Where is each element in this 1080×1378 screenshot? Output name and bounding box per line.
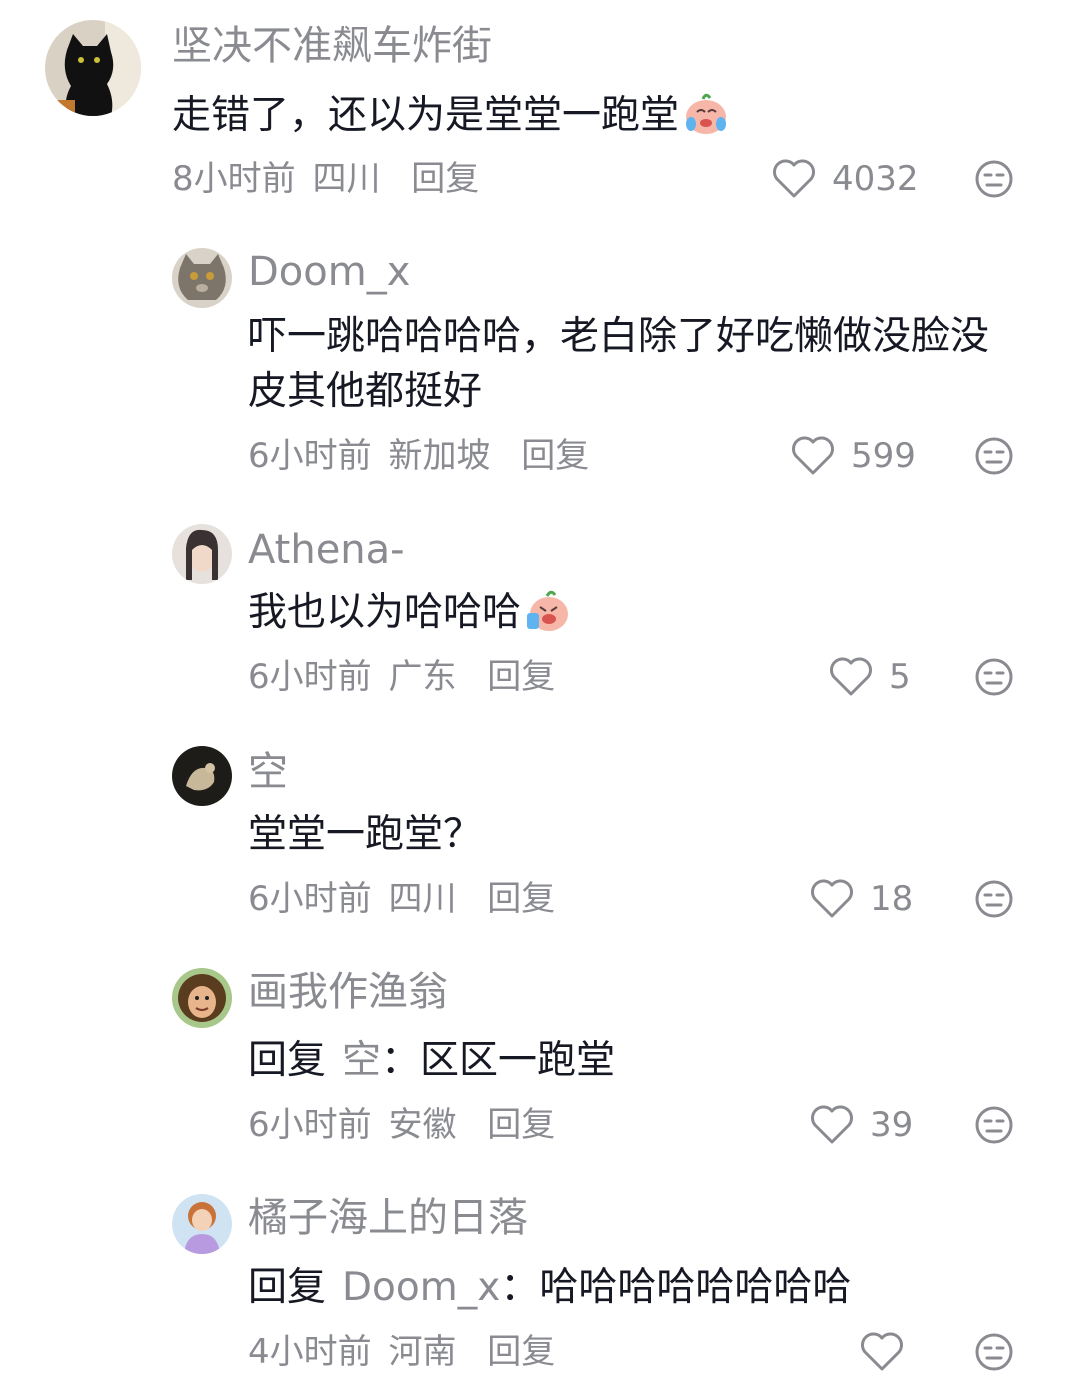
like-button[interactable]: 18 xyxy=(810,877,913,921)
comment-text: 堂堂一跑堂？ xyxy=(248,812,483,857)
comment-location: 四川 xyxy=(312,159,381,199)
comment-location: 新加坡 xyxy=(388,436,491,476)
username[interactable]: Doom_x xyxy=(248,248,410,296)
comment-location: 四川 xyxy=(388,879,457,919)
reply-target-user[interactable]: 空 xyxy=(342,1038,381,1083)
username[interactable]: 画我作渔翁 xyxy=(248,968,448,1016)
reply-button[interactable]: 回复 xyxy=(487,879,555,919)
meh-face-icon[interactable] xyxy=(974,159,1014,199)
username[interactable]: 橘子海上的日落 xyxy=(248,1194,528,1242)
comment-meta: 4小时前 河南 回复 xyxy=(248,1332,561,1372)
reply-prefix: 回复 xyxy=(248,1038,327,1083)
like-button[interactable] xyxy=(860,1330,904,1374)
avatar[interactable] xyxy=(172,968,232,1028)
like-button[interactable]: 4032 xyxy=(772,157,919,201)
comment-item: Doom_x 吓一跳哈哈哈哈，老白除了好吃懒做没脸没皮其他都挺好 6小时前 新加… xyxy=(0,240,1080,490)
crying-face-emoji-icon xyxy=(681,90,731,136)
comment-time: 6小时前 xyxy=(248,436,372,476)
heart-icon xyxy=(830,657,872,696)
reply-target-user[interactable]: Doom_x xyxy=(342,1265,500,1310)
comment-meta: 6小时前 新加坡 回复 xyxy=(248,436,595,476)
heart-icon xyxy=(811,1105,853,1144)
comment-text: 回复 Doom_x：哈哈哈哈哈哈哈哈 xyxy=(248,1265,852,1310)
comment-location: 河南 xyxy=(388,1332,457,1372)
meh-face-icon[interactable] xyxy=(974,1105,1014,1145)
meh-face-icon[interactable] xyxy=(974,657,1014,697)
heart-icon xyxy=(773,159,815,198)
like-button[interactable]: 39 xyxy=(810,1103,913,1147)
reply-button[interactable]: 回复 xyxy=(487,1332,555,1372)
meh-face-icon[interactable] xyxy=(974,879,1014,919)
comment-time: 6小时前 xyxy=(248,879,372,919)
comment-item: 空 堂堂一跑堂？ 6小时前 四川 回复 18 xyxy=(0,742,1080,942)
comment-text: 回复 空：区区一跑堂 xyxy=(248,1038,616,1083)
reply-prefix: 回复 xyxy=(248,1265,327,1310)
like-count: 39 xyxy=(870,1105,914,1145)
comment-location: 安徽 xyxy=(388,1105,457,1145)
avatar[interactable] xyxy=(172,248,232,308)
comment-location: 广东 xyxy=(388,657,457,697)
reply-button[interactable]: 回复 xyxy=(487,657,555,697)
like-count: 4032 xyxy=(832,159,919,199)
comment-time: 4小时前 xyxy=(248,1332,372,1372)
username[interactable]: 空 xyxy=(248,748,288,796)
comment-meta: 6小时前 四川 回复 xyxy=(248,879,561,919)
comment-time: 6小时前 xyxy=(248,1105,372,1145)
username[interactable]: 坚决不准飙车炸街 xyxy=(172,22,492,70)
comment-item: Athena- 我也以为哈哈哈 6小时前 广东 回复 5 xyxy=(0,518,1080,718)
like-count: 599 xyxy=(851,436,916,476)
meh-face-icon[interactable] xyxy=(974,1332,1014,1372)
heart-icon xyxy=(861,1332,903,1371)
comment-text: 走错了，还以为是堂堂一跑堂 xyxy=(172,88,952,143)
reply-button[interactable]: 回复 xyxy=(521,436,589,476)
username[interactable]: Athena- xyxy=(248,526,405,574)
heart-icon xyxy=(792,436,834,475)
avatar[interactable] xyxy=(172,524,232,584)
like-count: 18 xyxy=(870,879,914,919)
avatar[interactable] xyxy=(172,1194,232,1254)
comment-text: 吓一跳哈哈哈哈，老白除了好吃懒做没脸没皮其他都挺好 xyxy=(248,314,990,414)
comment-meta: 6小时前 安徽 回复 xyxy=(248,1105,561,1145)
comment-item: 橘子海上的日落 回复 Doom_x：哈哈哈哈哈哈哈哈 4小时前 河南 回复 xyxy=(0,1190,1080,1378)
comment-meta: 8小时前 四川 回复 xyxy=(172,159,485,199)
comment-item: 画我作渔翁 回复 空：区区一跑堂 6小时前 安徽 回复 39 xyxy=(0,964,1080,1174)
avatar[interactable] xyxy=(172,746,232,806)
like-count: 5 xyxy=(889,657,911,697)
meh-face-icon[interactable] xyxy=(974,436,1014,476)
comment-time: 6小时前 xyxy=(248,657,372,697)
avatar[interactable] xyxy=(45,20,141,116)
comment-meta: 6小时前 广东 回复 xyxy=(248,657,561,697)
laughing-crying-emoji-icon xyxy=(523,587,573,633)
comment-text: 我也以为哈哈哈 xyxy=(248,585,1028,640)
heart-icon xyxy=(811,879,853,918)
reply-button[interactable]: 回复 xyxy=(411,159,479,199)
reply-button[interactable]: 回复 xyxy=(487,1105,555,1145)
like-button[interactable]: 5 xyxy=(829,655,911,699)
like-button[interactable]: 599 xyxy=(791,434,916,478)
comment-item: 坚决不准飙车炸街 走错了，还以为是堂堂一跑堂 8小时前 四川 回复 4032 xyxy=(0,0,1080,215)
comment-time: 8小时前 xyxy=(172,159,296,199)
